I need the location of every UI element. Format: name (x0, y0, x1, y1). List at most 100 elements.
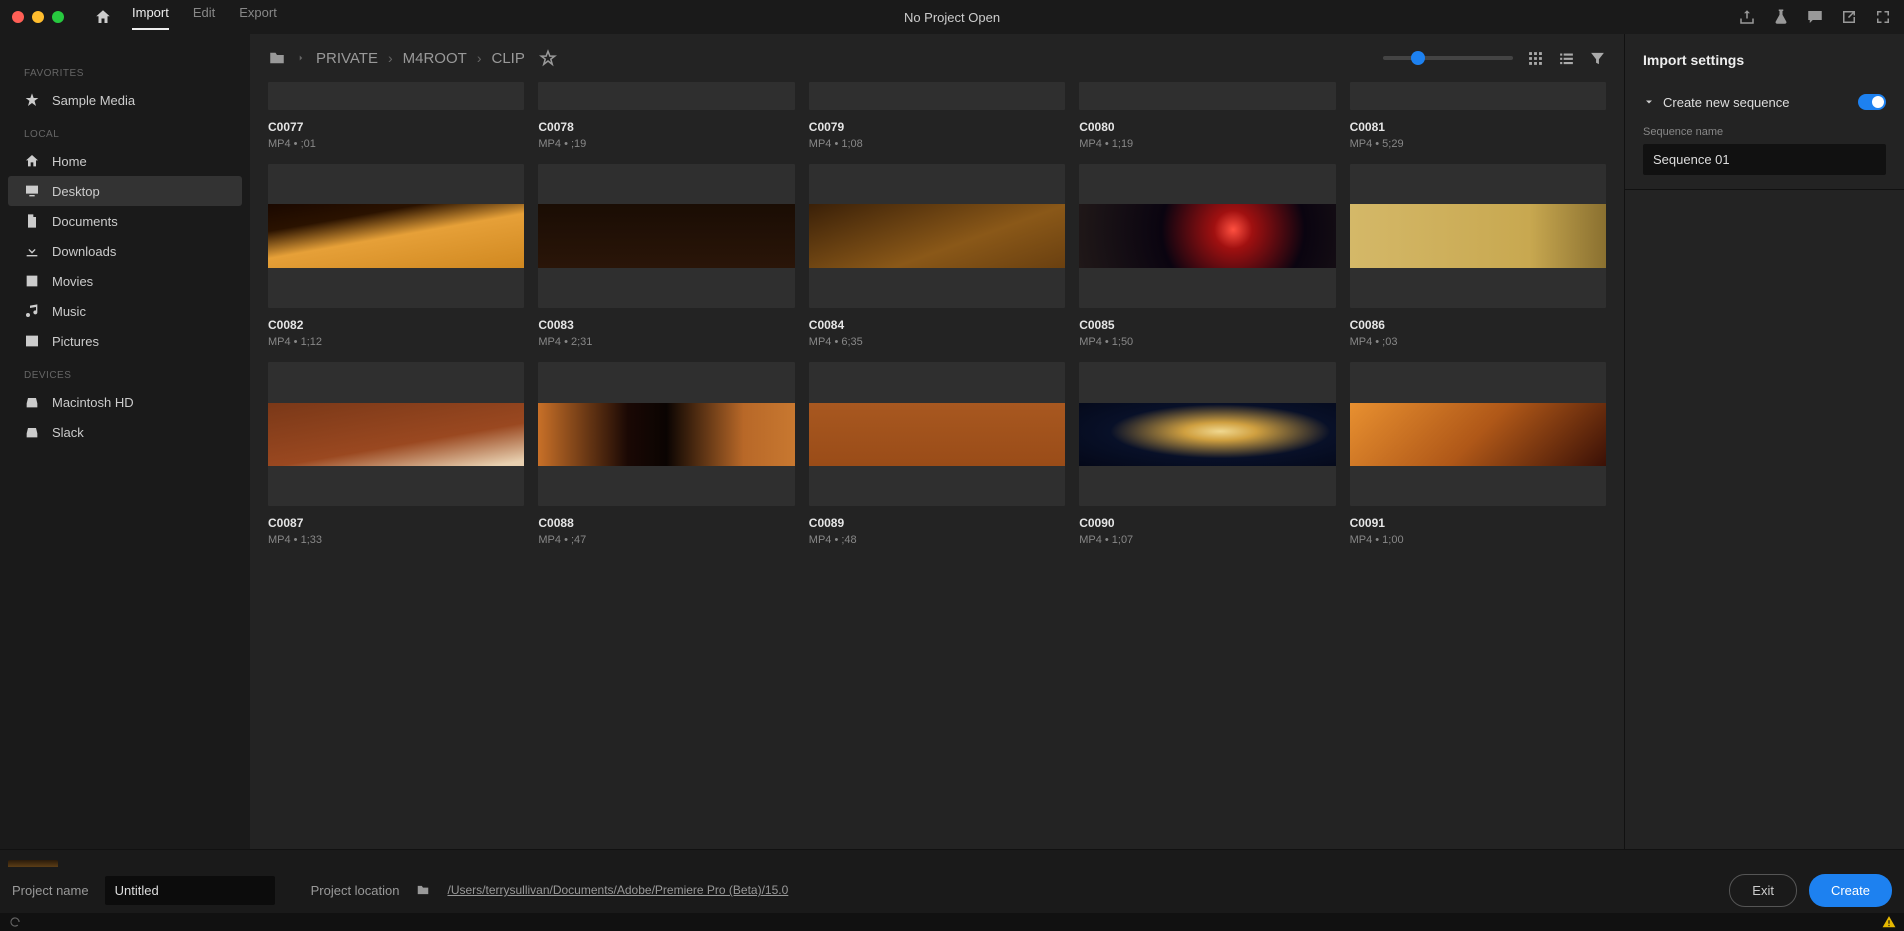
sidebar: FAVORITES Sample Media LOCAL HomeDesktop… (0, 34, 250, 849)
sidebar-item-movies[interactable]: Movies (8, 266, 242, 296)
clip-thumbnail[interactable] (268, 82, 524, 110)
clip-c0088[interactable]: C0088MP4 • ;47 (538, 362, 794, 546)
home-icon[interactable] (94, 8, 112, 26)
tab-import[interactable]: Import (132, 5, 169, 30)
clip-thumbnail[interactable] (809, 362, 1065, 506)
sidebar-item-pictures[interactable]: Pictures (8, 326, 242, 356)
chat-icon[interactable] (1806, 8, 1824, 26)
clip-thumbnail[interactable] (268, 164, 524, 308)
sidebar-item-desktop[interactable]: Desktop (8, 176, 242, 206)
fullscreen-icon[interactable] (1874, 8, 1892, 26)
clip-c0079[interactable]: C0079 MP4 • 1;08 (809, 82, 1065, 150)
clip-c0089[interactable]: C0089MP4 • ;48 (809, 362, 1065, 546)
clip-c0085[interactable]: C0085MP4 • 1;50 (1079, 164, 1335, 348)
clip-c0090[interactable]: C0090MP4 • 1;07 (1079, 362, 1335, 546)
desktop-icon (24, 183, 40, 199)
folder-icon[interactable] (268, 49, 286, 67)
create-sequence-toggle[interactable] (1858, 94, 1886, 110)
window-controls[interactable] (12, 11, 64, 23)
sidebar-item-downloads[interactable]: Downloads (8, 236, 242, 266)
import-settings-panel: Import settings Create new sequence Sequ… (1624, 34, 1904, 849)
clip-name: C0077 (268, 120, 524, 134)
share-icon[interactable] (1738, 8, 1756, 26)
clip-meta: MP4 • ;47 (538, 534, 794, 546)
sidebar-item-sample-media[interactable]: Sample Media (8, 85, 242, 115)
clip-thumbnail[interactable] (1079, 164, 1335, 308)
clip-thumbnail[interactable] (268, 362, 524, 506)
project-name-input[interactable] (105, 876, 275, 905)
project-location-path[interactable]: /Users/terrysullivan/Documents/Adobe/Pre… (447, 883, 788, 897)
clip-meta: MP4 • 5;29 (1350, 138, 1606, 150)
minimize-window[interactable] (32, 11, 44, 23)
thumbnail-zoom-slider[interactable] (1383, 56, 1513, 60)
clip-name: C0079 (809, 120, 1065, 134)
create-new-sequence-row[interactable]: Create new sequence (1643, 90, 1886, 114)
clip-c0077[interactable]: C0077MP4 • ;01 (268, 82, 524, 150)
clip-c0080[interactable]: C0080MP4 • 1;19 (1079, 82, 1335, 150)
clip-c0083[interactable]: C0083MP4 • 2;31 (538, 164, 794, 348)
clip-thumbnail[interactable] (1350, 362, 1606, 506)
home-icon (24, 153, 40, 169)
clip-meta: MP4 • 1;00 (1350, 534, 1606, 546)
breadcrumb-item[interactable]: M4ROOT (403, 50, 467, 67)
clip-name: C0085 (1079, 318, 1335, 332)
favorite-star-icon[interactable] (539, 49, 557, 67)
filter-icon[interactable] (1589, 50, 1606, 67)
close-window[interactable] (12, 11, 24, 23)
star-icon (24, 92, 40, 108)
folder-icon[interactable] (415, 883, 431, 897)
chevron-right-icon (296, 53, 306, 63)
maximize-window[interactable] (52, 11, 64, 23)
sidebar-item-label: Documents (52, 214, 118, 229)
project-name-label: Project name (12, 883, 89, 898)
sidebar-item-home[interactable]: Home (8, 146, 242, 176)
clip-thumbnail[interactable] (538, 362, 794, 506)
clip-c0091[interactable]: C0091 MP4 • 1;00 (1350, 362, 1606, 546)
breadcrumb-item[interactable]: PRIVATE (316, 50, 378, 67)
sidebar-item-label: Downloads (52, 244, 116, 259)
create-button[interactable]: Create (1809, 874, 1892, 907)
clip-c0082[interactable]: C0082MP4 • 1;12 (268, 164, 524, 348)
chevron-down-icon (1643, 96, 1655, 108)
clip-thumbnail[interactable] (1079, 362, 1335, 506)
sidebar-item-documents[interactable]: Documents (8, 206, 242, 236)
clip-thumbnail[interactable] (1079, 82, 1335, 110)
slider-thumb[interactable] (1411, 51, 1425, 65)
tab-export[interactable]: Export (239, 5, 277, 30)
clip-thumbnail[interactable] (538, 82, 794, 110)
tab-edit[interactable]: Edit (193, 5, 215, 30)
clip-c0086[interactable]: C0086MP4 • ;03 (1350, 164, 1606, 348)
clip-thumbnail[interactable] (538, 164, 794, 308)
clip-meta: MP4 • ;03 (1350, 336, 1606, 348)
settings-title: Import settings (1643, 52, 1886, 68)
clip-thumbnail[interactable] (1350, 82, 1606, 110)
clip-name: C0091 (1350, 516, 1606, 530)
sync-icon[interactable] (8, 915, 22, 929)
exit-button[interactable]: Exit (1729, 874, 1797, 907)
chevron-right-icon: › (388, 50, 393, 66)
clip-thumbnail[interactable] (809, 82, 1065, 110)
list-view-icon[interactable] (1558, 50, 1575, 67)
clip-c0081[interactable]: C0081MP4 • 5;29 (1350, 82, 1606, 150)
clip-c0084[interactable]: C0084MP4 • 6;35 (809, 164, 1065, 348)
warning-icon[interactable] (1882, 915, 1896, 929)
clip-c0078[interactable]: C0078MP4 • ;19 (538, 82, 794, 150)
sequence-name-input[interactable] (1643, 144, 1886, 175)
sidebar-item-music[interactable]: Music (8, 296, 242, 326)
breadcrumb-item[interactable]: CLIP (491, 50, 524, 67)
sidebar-item-macintosh-hd[interactable]: Macintosh HD (8, 387, 242, 417)
clip-name: C0087 (268, 516, 524, 530)
clip-thumbnail[interactable] (809, 164, 1065, 308)
sidebar-item-slack[interactable]: Slack (8, 417, 242, 447)
quick-export-icon[interactable] (1840, 8, 1858, 26)
beaker-icon[interactable] (1772, 8, 1790, 26)
movies-icon (24, 273, 40, 289)
grid-view-icon[interactable] (1527, 50, 1544, 67)
clip-meta: MP4 • 1;19 (1079, 138, 1335, 150)
clip-name: C0090 (1079, 516, 1335, 530)
clip-meta: MP4 • 1;08 (809, 138, 1065, 150)
clip-thumbnail[interactable] (1350, 164, 1606, 308)
clip-c0087[interactable]: C0087MP4 • 1;33 (268, 362, 524, 546)
favorites-header: FAVORITES (8, 62, 242, 85)
project-location-label: Project location (311, 883, 400, 898)
